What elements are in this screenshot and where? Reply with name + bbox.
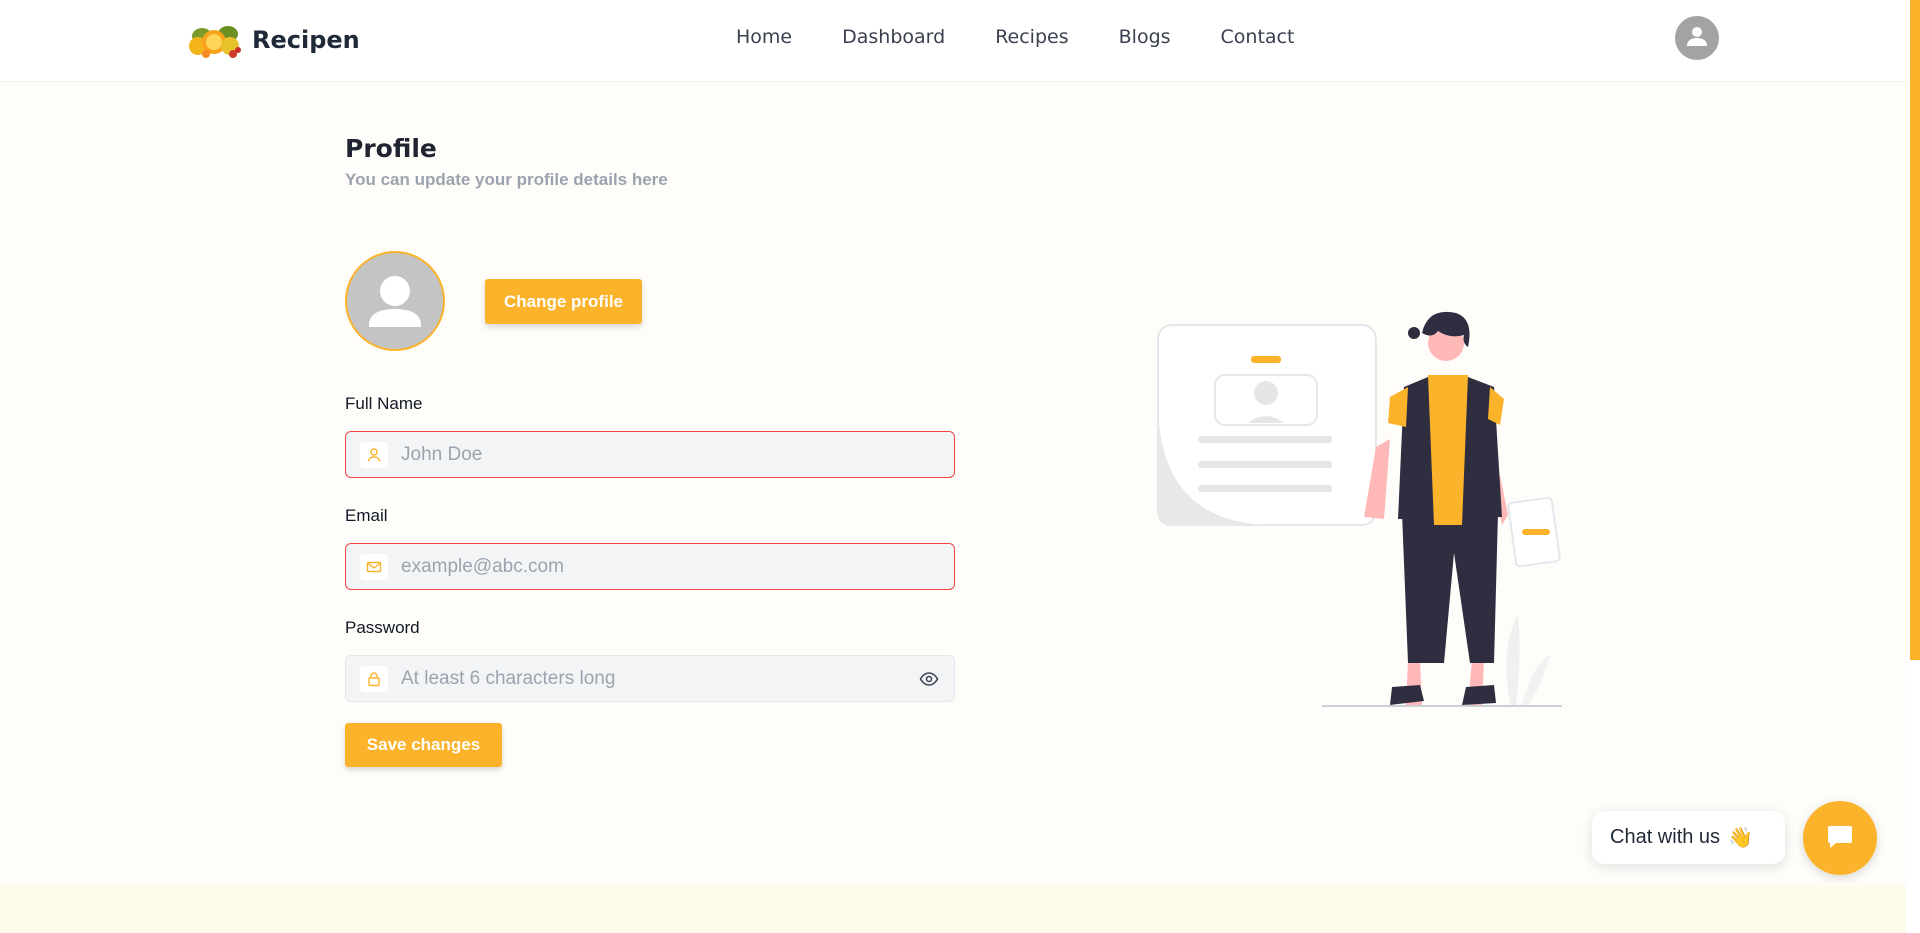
lock-icon — [360, 666, 388, 692]
full-name-label: Full Name — [345, 394, 423, 413]
user-icon — [360, 442, 388, 468]
profile-illustration — [1150, 305, 1570, 710]
full-name-input[interactable] — [401, 432, 901, 477]
password-input[interactable] — [401, 656, 901, 701]
password-label: Password — [345, 618, 420, 637]
profile-avatar — [345, 251, 445, 351]
nav-item-recipes[interactable]: Recipes — [995, 26, 1068, 48]
user-menu-button[interactable] — [1675, 16, 1719, 60]
nav-item-home[interactable]: Home — [736, 26, 792, 48]
email-label: Email — [345, 506, 388, 525]
nav-item-contact[interactable]: Contact — [1221, 26, 1295, 48]
full-name-field — [345, 431, 955, 478]
email-field — [345, 543, 955, 590]
show-password-eye-icon[interactable] — [918, 668, 940, 690]
nav-item-dashboard[interactable]: Dashboard — [842, 26, 945, 48]
page-scrollbar[interactable] — [1906, 0, 1920, 933]
waving-hand-icon: 👋 — [1728, 827, 1753, 849]
main-nav: Home Dashboard Recipes Blogs Contact — [736, 26, 1294, 48]
save-changes-button[interactable]: Save changes — [345, 723, 502, 767]
email-input[interactable] — [401, 544, 901, 589]
brand[interactable]: Recipen — [186, 18, 360, 62]
chat-launcher-button[interactable] — [1803, 801, 1877, 875]
scrollbar-thumb[interactable] — [1910, 0, 1920, 660]
footer-band — [0, 886, 1906, 933]
page-subtitle: You can update your profile details here — [345, 170, 668, 189]
mail-icon — [360, 554, 388, 580]
fruit-logo-icon — [186, 18, 244, 62]
chat-with-us-pill[interactable]: Chat with us 👋 — [1592, 811, 1785, 864]
chat-bubble-icon — [1825, 821, 1855, 856]
top-navbar: Recipen Home Dashboard Recipes Blogs Con… — [0, 0, 1906, 82]
page-title: Profile — [345, 134, 437, 163]
nav-item-blogs[interactable]: Blogs — [1119, 26, 1171, 48]
password-field — [345, 655, 955, 702]
default-avatar-icon — [369, 276, 421, 327]
brand-name: Recipen — [252, 26, 360, 54]
chat-label: Chat with us — [1610, 826, 1721, 848]
change-profile-button[interactable]: Change profile — [485, 279, 642, 324]
user-avatar-icon — [1685, 24, 1709, 53]
